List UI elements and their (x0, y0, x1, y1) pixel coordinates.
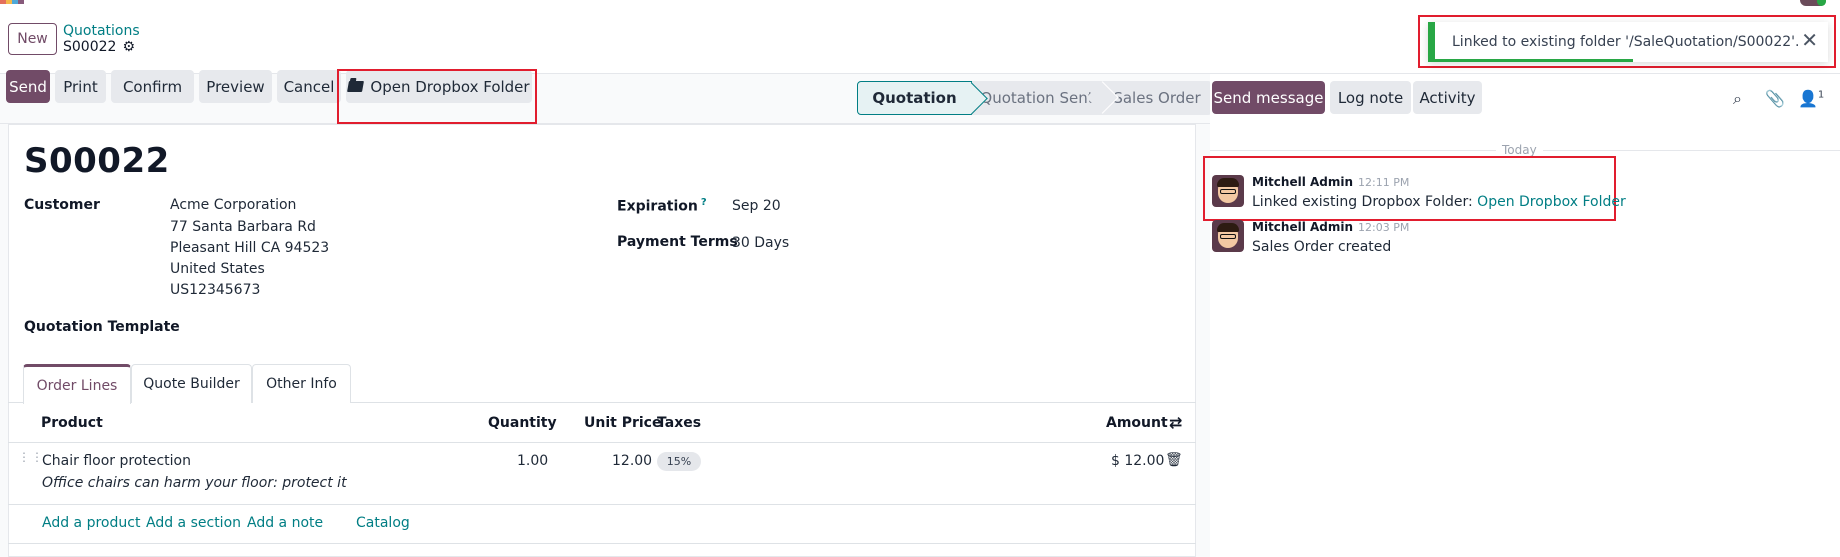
message-time: 12:11 PM (1358, 176, 1410, 189)
line-quantity[interactable]: 1.00 (517, 453, 548, 469)
notification-toast: Linked to existing folder '/SaleQuotatio… (1428, 22, 1828, 62)
open-dropbox-folder-link[interactable]: Open Dropbox Folder (1477, 194, 1626, 210)
customer-label: Customer (24, 197, 100, 213)
confirm-button[interactable]: Confirm (111, 70, 194, 103)
expiration-field[interactable]: Sep 20 (732, 198, 781, 214)
stage-quotation-sent[interactable]: Quotation Sent (972, 81, 1102, 115)
followers-icon[interactable]: 👤1 (1798, 89, 1824, 108)
date-separator-label: Today (1496, 143, 1543, 157)
search-icon[interactable]: ⌕ (1733, 89, 1742, 109)
tab-quote-builder[interactable]: Quote Builder (131, 364, 252, 403)
gear-icon[interactable]: ⚙ (122, 39, 135, 55)
row-divider-bottom (8, 543, 1196, 544)
drag-handle-icon[interactable]: ⋮⋮ (18, 451, 43, 470)
stage-sales-order[interactable]: Sales Order (1102, 81, 1212, 115)
send-message-button[interactable]: Send message (1212, 81, 1325, 114)
stage-quotation-sent-label: Quotation Sent (980, 89, 1094, 107)
column-header-taxes[interactable]: Taxes (657, 415, 701, 431)
form-sheet (8, 124, 1196, 557)
preview-button[interactable]: Preview (199, 70, 272, 103)
row-divider (8, 504, 1196, 505)
column-header-product[interactable]: Product (41, 415, 103, 431)
help-tooltip-icon[interactable]: ? (701, 197, 707, 208)
optional-columns-icon[interactable]: ⇄ (1169, 413, 1182, 432)
expiration-label: Expiration? (617, 197, 707, 215)
line-product-name[interactable]: Chair floor protection (42, 453, 191, 469)
add-section-link[interactable]: Add a section (146, 515, 241, 531)
message-author[interactable]: Mitchell Admin 12:11 PM (1252, 175, 1409, 189)
column-header-amount[interactable]: Amount (1106, 415, 1168, 431)
breadcrumb-current-record: S00022 ⚙ (63, 39, 135, 55)
customer-address-country: United States (170, 261, 265, 277)
message-author-name: Mitchell Admin (1252, 220, 1354, 234)
line-amount: $ 12.00 (1111, 453, 1165, 469)
line-unit-price[interactable]: 12.00 (612, 453, 652, 469)
stage-quotation-label: Quotation (872, 89, 957, 107)
stage-sales-order-label: Sales Order (1113, 89, 1201, 107)
send-button[interactable]: Send (6, 70, 50, 103)
follower-count: 1 (1817, 89, 1825, 101)
stage-quotation[interactable]: Quotation (857, 81, 972, 115)
close-icon[interactable]: ✕ (1801, 30, 1818, 50)
record-name-text: S00022 (63, 39, 117, 55)
activity-button[interactable]: Activity (1413, 81, 1482, 114)
tab-order-lines[interactable]: Order Lines (23, 364, 131, 404)
catalog-link[interactable]: Catalog (356, 515, 410, 531)
print-button[interactable]: Print (55, 70, 106, 103)
cancel-button[interactable]: Cancel (277, 70, 341, 103)
quotation-template-label: Quotation Template (24, 319, 180, 335)
payment-terms-label: Payment Terms (617, 234, 738, 250)
page-title: S00022 (24, 141, 170, 181)
customer-address-city: Pleasant Hill CA 94523 (170, 240, 330, 256)
message-author-name: Mitchell Admin (1252, 175, 1354, 189)
order-lines-header: Product Quantity Unit Price Taxes Amount… (8, 403, 1196, 443)
status-bar: Quotation Quotation Sent Sales Order (857, 81, 1212, 115)
add-note-link[interactable]: Add a note (247, 515, 323, 531)
payment-terms-field[interactable]: 30 Days (732, 235, 789, 251)
customer-name[interactable]: Acme Corporation (170, 197, 296, 213)
expiration-label-text: Expiration (617, 198, 698, 215)
app-logo (0, 0, 24, 4)
customer-vat: US12345673 (170, 282, 261, 298)
message-body: Linked existing Dropbox Folder: Open Dro… (1252, 194, 1626, 210)
message-body: Sales Order created (1252, 239, 1392, 255)
column-header-quantity[interactable]: Quantity (488, 415, 557, 431)
avatar[interactable] (1212, 175, 1244, 207)
add-product-link[interactable]: Add a product (42, 515, 140, 531)
notification-message: Linked to existing folder '/SaleQuotatio… (1452, 34, 1800, 50)
avatar[interactable] (1212, 220, 1244, 252)
column-header-unit-price[interactable]: Unit Price (584, 415, 661, 431)
message-author[interactable]: Mitchell Admin 12:03 PM (1252, 220, 1409, 234)
paperclip-icon[interactable]: 📎 (1765, 89, 1785, 108)
dropbox-button-highlight-box (337, 69, 537, 124)
customer-address-street: 77 Santa Barbara Rd (170, 219, 316, 235)
new-button[interactable]: New (8, 23, 57, 55)
message-time: 12:03 PM (1358, 221, 1410, 234)
log-note-button[interactable]: Log note (1330, 81, 1411, 114)
line-product-description: Office chairs can harm your floor: prote… (42, 475, 347, 491)
tab-other-info[interactable]: Other Info (252, 364, 351, 403)
message-text: Linked existing Dropbox Folder: (1252, 194, 1478, 210)
notification-progress-bar (1435, 59, 1633, 62)
trash-icon[interactable]: 🗑 (1165, 452, 1183, 468)
breadcrumb-quotations[interactable]: Quotations (63, 23, 140, 39)
line-tax-badge[interactable]: 15% (657, 452, 701, 471)
